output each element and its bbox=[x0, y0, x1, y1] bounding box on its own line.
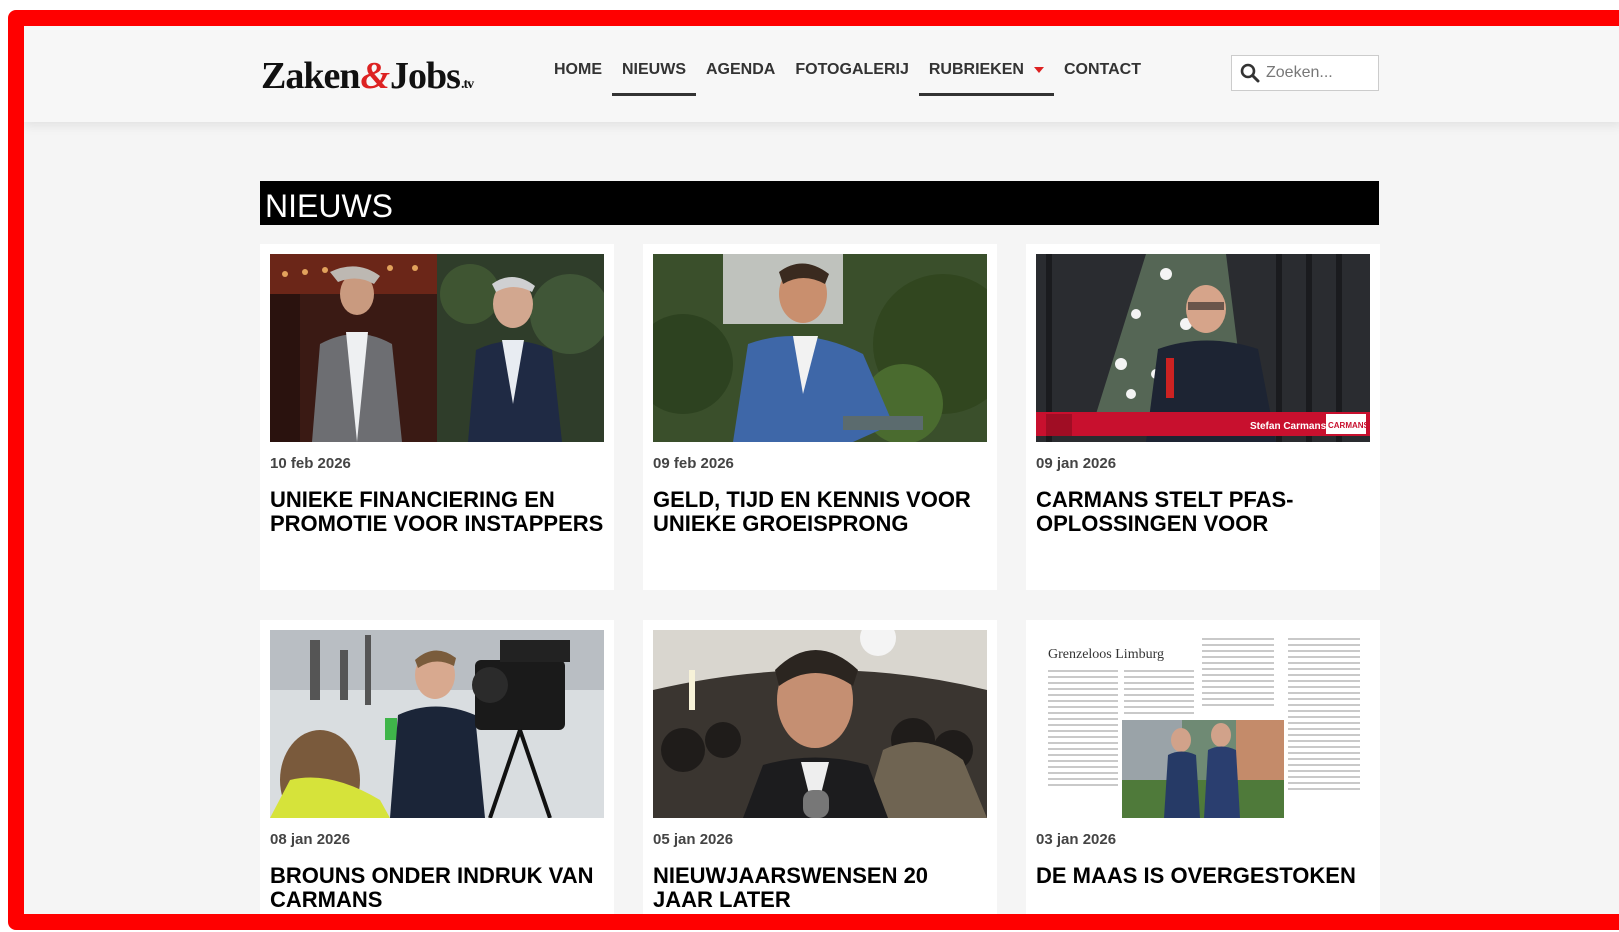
brand-label: CARMANS bbox=[1328, 421, 1370, 430]
nav-contact[interactable]: CONTACT bbox=[1054, 58, 1151, 96]
nav-contact-label: CONTACT bbox=[1063, 61, 1141, 78]
nav-fotogalerij[interactable]: FOTOGALERIJ bbox=[785, 58, 919, 96]
news-card[interactable]: Grenzeloos Limburg 03 jan 2026 DE MAAS I… bbox=[1026, 620, 1380, 914]
nav-home-label: HOME bbox=[554, 61, 602, 78]
news-title[interactable]: UNIEKE FINANCIERING EN PROMOTIE VOOR INS… bbox=[270, 488, 604, 536]
news-image[interactable]: Stefan Carmans CARMANS bbox=[1036, 254, 1370, 442]
site-header: Zaken & Jobs .tv HOME NIEUWS AGENDA FOTOGAL… bbox=[24, 26, 1619, 122]
news-image[interactable]: Grenzeloos Limburg bbox=[1036, 630, 1370, 818]
site-logo[interactable]: Zaken & Jobs .tv bbox=[261, 54, 474, 98]
browser-frame: Zaken & Jobs .tv HOME NIEUWS AGENDA FOTOGAL… bbox=[8, 10, 1619, 930]
news-date: 10 feb 2026 bbox=[270, 455, 351, 472]
news-image[interactable] bbox=[270, 254, 604, 442]
nav-fotogalerij-label: FOTOGALERIJ bbox=[795, 61, 909, 78]
news-card[interactable]: 05 jan 2026 NIEUWJAARSWENSEN 20 JAAR LAT… bbox=[643, 620, 997, 914]
search-input[interactable] bbox=[1266, 64, 1376, 82]
news-date: 09 jan 2026 bbox=[1036, 455, 1117, 472]
search-box bbox=[1231, 55, 1379, 91]
clip-heading: Grenzeloos Limburg bbox=[1048, 647, 1164, 662]
caret-down-icon bbox=[1033, 67, 1044, 73]
nav-home[interactable]: HOME bbox=[544, 58, 612, 96]
news-image[interactable] bbox=[653, 630, 987, 818]
nav-nieuws-label: NIEUWS bbox=[622, 61, 686, 78]
nav-nieuws[interactable]: NIEUWS bbox=[612, 58, 696, 96]
news-date: 08 jan 2026 bbox=[270, 831, 351, 848]
news-title[interactable]: NIEUWJAARSWENSEN 20 JAAR LATER bbox=[653, 864, 987, 912]
news-card[interactable]: 09 feb 2026 GELD, TIJD EN KENNIS VOOR UN… bbox=[643, 244, 997, 590]
nav-rubrieken-label: RUBRIEKEN bbox=[928, 61, 1024, 78]
logo-text-jobs: Jobs bbox=[390, 55, 461, 97]
news-date: 03 jan 2026 bbox=[1036, 831, 1117, 848]
news-card[interactable]: 10 feb 2026 UNIEKE FINANCIERING EN PROMO… bbox=[260, 244, 614, 590]
nav-agenda-label: AGENDA bbox=[706, 61, 776, 78]
news-card[interactable]: Stefan Carmans CARMANS 09 jan 2026 CARMA… bbox=[1026, 244, 1380, 590]
news-card[interactable]: 08 jan 2026 BROUNS ONDER INDRUK VAN CARM… bbox=[260, 620, 614, 914]
news-grid: 10 feb 2026 UNIEKE FINANCIERING EN PROMO… bbox=[260, 244, 1380, 914]
news-date: 05 jan 2026 bbox=[653, 831, 734, 848]
news-title[interactable]: GELD, TIJD EN KENNIS VOOR UNIEKE GROEISP… bbox=[653, 488, 987, 536]
nav-rubrieken[interactable]: RUBRIEKEN bbox=[918, 58, 1054, 96]
news-title[interactable]: BROUNS ONDER INDRUK VAN CARMANS bbox=[270, 864, 604, 912]
news-image[interactable] bbox=[270, 630, 604, 818]
search-icon[interactable] bbox=[1240, 63, 1260, 83]
nav-agenda[interactable]: AGENDA bbox=[696, 58, 785, 96]
news-title[interactable]: CARMANS STELT PFAS-OPLOSSINGEN VOOR bbox=[1036, 488, 1370, 536]
news-title[interactable]: DE MAAS IS OVERGESTOKEN bbox=[1036, 864, 1370, 888]
logo-text-zaken: Zaken bbox=[261, 55, 360, 97]
logo-suffix: .tv bbox=[460, 77, 474, 92]
news-image[interactable] bbox=[653, 254, 987, 442]
video-caption: Stefan Carmans bbox=[1250, 421, 1327, 432]
main-nav: HOME NIEUWS AGENDA FOTOGALERIJ RUBRIEKEN… bbox=[544, 58, 1151, 96]
section-title: NIEUWS bbox=[260, 181, 1379, 225]
logo-ampersand: & bbox=[360, 55, 390, 97]
news-date: 09 feb 2026 bbox=[653, 455, 734, 472]
